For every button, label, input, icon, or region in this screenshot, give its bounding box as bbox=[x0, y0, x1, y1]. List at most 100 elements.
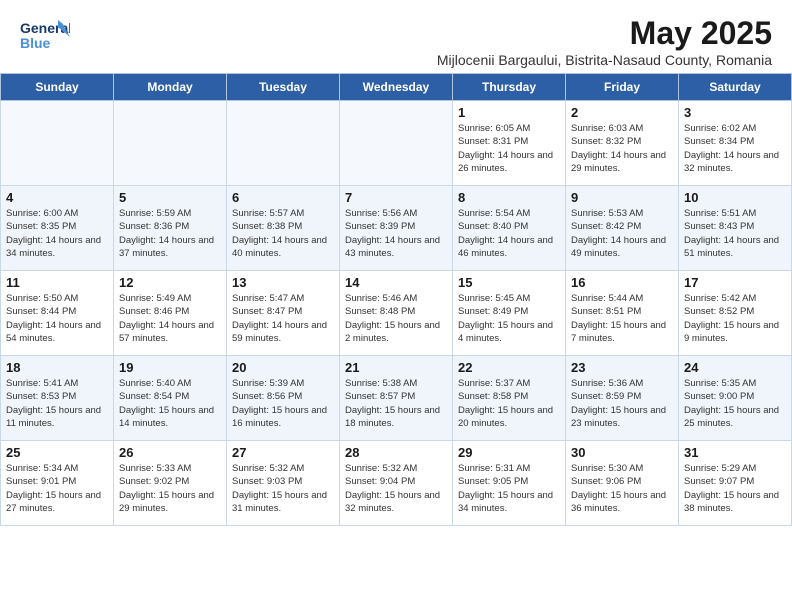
calendar-day-cell: 7 Sunrise: 5:56 AMSunset: 8:39 PMDaylight… bbox=[340, 186, 453, 271]
calendar-day-cell: 22 Sunrise: 5:37 AMSunset: 8:58 PMDayligh… bbox=[453, 356, 566, 441]
day-number: 31 bbox=[684, 445, 786, 460]
calendar-day-cell: 31 Sunrise: 5:29 AMSunset: 9:07 PMDayligh… bbox=[679, 441, 792, 526]
day-number: 21 bbox=[345, 360, 447, 375]
day-number: 26 bbox=[119, 445, 221, 460]
day-info: Sunrise: 5:29 AMSunset: 9:07 PMDaylight:… bbox=[684, 462, 786, 515]
calendar-day-cell: 10 Sunrise: 5:51 AMSunset: 8:43 PMDayligh… bbox=[679, 186, 792, 271]
day-number: 13 bbox=[232, 275, 334, 290]
weekday-header: Friday bbox=[566, 74, 679, 101]
calendar-day-cell: 14 Sunrise: 5:46 AMSunset: 8:48 PMDayligh… bbox=[340, 271, 453, 356]
day-info: Sunrise: 5:42 AMSunset: 8:52 PMDaylight:… bbox=[684, 292, 786, 345]
day-info: Sunrise: 5:33 AMSunset: 9:02 PMDaylight:… bbox=[119, 462, 221, 515]
day-number: 24 bbox=[684, 360, 786, 375]
day-info: Sunrise: 6:05 AMSunset: 8:31 PMDaylight:… bbox=[458, 122, 560, 175]
day-info: Sunrise: 5:44 AMSunset: 8:51 PMDaylight:… bbox=[571, 292, 673, 345]
calendar-day-cell: 1 Sunrise: 6:05 AMSunset: 8:31 PMDaylight… bbox=[453, 101, 566, 186]
calendar-day-cell: 18Sunrise: 5:41 AMSunset: 8:53 PMDayligh… bbox=[1, 356, 114, 441]
calendar-day-cell: 23 Sunrise: 5:36 AMSunset: 8:59 PMDayligh… bbox=[566, 356, 679, 441]
day-info: Sunrise: 5:32 AMSunset: 9:03 PMDaylight:… bbox=[232, 462, 334, 515]
calendar-week-row: 1 Sunrise: 6:05 AMSunset: 8:31 PMDaylight… bbox=[1, 101, 792, 186]
day-number: 20 bbox=[232, 360, 334, 375]
logo: General Blue bbox=[20, 15, 70, 55]
day-number: 19 bbox=[119, 360, 221, 375]
day-info: Sunrise: 5:40 AMSunset: 8:54 PMDaylight:… bbox=[119, 377, 221, 430]
day-number: 17 bbox=[684, 275, 786, 290]
day-number: 5 bbox=[119, 190, 221, 205]
day-info: Sunrise: 6:00 AMSunset: 8:35 PMDaylight:… bbox=[6, 207, 108, 260]
calendar-day-cell: 21 Sunrise: 5:38 AMSunset: 8:57 PMDayligh… bbox=[340, 356, 453, 441]
day-info: Sunrise: 5:56 AMSunset: 8:39 PMDaylight:… bbox=[345, 207, 447, 260]
calendar-day-cell: 20 Sunrise: 5:39 AMSunset: 8:56 PMDayligh… bbox=[227, 356, 340, 441]
weekday-header: Sunday bbox=[1, 74, 114, 101]
calendar-day-cell bbox=[227, 101, 340, 186]
day-info: Sunrise: 5:53 AMSunset: 8:42 PMDaylight:… bbox=[571, 207, 673, 260]
day-number: 12 bbox=[119, 275, 221, 290]
day-number: 16 bbox=[571, 275, 673, 290]
day-info: Sunrise: 5:50 AMSunset: 8:44 PMDaylight:… bbox=[6, 292, 108, 345]
day-info: Sunrise: 5:37 AMSunset: 8:58 PMDaylight:… bbox=[458, 377, 560, 430]
day-info: Sunrise: 5:32 AMSunset: 9:04 PMDaylight:… bbox=[345, 462, 447, 515]
day-number: 2 bbox=[571, 105, 673, 120]
day-info: Sunrise: 6:03 AMSunset: 8:32 PMDaylight:… bbox=[571, 122, 673, 175]
day-number: 29 bbox=[458, 445, 560, 460]
day-info: Sunrise: 5:35 AMSunset: 9:00 PMDaylight:… bbox=[684, 377, 786, 430]
day-info: Sunrise: 5:30 AMSunset: 9:06 PMDaylight:… bbox=[571, 462, 673, 515]
calendar-day-cell: 4 Sunrise: 6:00 AMSunset: 8:35 PMDaylight… bbox=[1, 186, 114, 271]
calendar-day-cell: 24 Sunrise: 5:35 AMSunset: 9:00 PMDayligh… bbox=[679, 356, 792, 441]
calendar-day-cell: 9 Sunrise: 5:53 AMSunset: 8:42 PMDaylight… bbox=[566, 186, 679, 271]
day-info: Sunrise: 5:46 AMSunset: 8:48 PMDaylight:… bbox=[345, 292, 447, 345]
day-number: 1 bbox=[458, 105, 560, 120]
calendar-day-cell: 30 Sunrise: 5:30 AMSunset: 9:06 PMDayligh… bbox=[566, 441, 679, 526]
calendar-day-cell: 26 Sunrise: 5:33 AMSunset: 9:02 PMDayligh… bbox=[114, 441, 227, 526]
day-info: Sunrise: 5:54 AMSunset: 8:40 PMDaylight:… bbox=[458, 207, 560, 260]
day-number: 9 bbox=[571, 190, 673, 205]
day-number: 11 bbox=[6, 275, 108, 290]
weekday-header: Thursday bbox=[453, 74, 566, 101]
calendar-day-cell: 29 Sunrise: 5:31 AMSunset: 9:05 PMDayligh… bbox=[453, 441, 566, 526]
day-number: 8 bbox=[458, 190, 560, 205]
day-info: Sunrise: 5:31 AMSunset: 9:05 PMDaylight:… bbox=[458, 462, 560, 515]
day-number: 25 bbox=[6, 445, 108, 460]
calendar-day-cell: 25 Sunrise: 5:34 AMSunset: 9:01 PMDayligh… bbox=[1, 441, 114, 526]
calendar-day-cell: 28 Sunrise: 5:32 AMSunset: 9:04 PMDayligh… bbox=[340, 441, 453, 526]
calendar-day-cell: 15Sunrise: 5:45 AMSunset: 8:49 PMDayligh… bbox=[453, 271, 566, 356]
calendar-table: SundayMondayTuesdayWednesdayThursdayFrid… bbox=[0, 73, 792, 526]
calendar-day-cell: 13Sunrise: 5:47 AMSunset: 8:47 PMDayligh… bbox=[227, 271, 340, 356]
calendar-day-cell bbox=[1, 101, 114, 186]
day-info: Sunrise: 5:59 AMSunset: 8:36 PMDaylight:… bbox=[119, 207, 221, 260]
month-title: May 2025 bbox=[437, 15, 772, 52]
calendar-day-cell: 11 Sunrise: 5:50 AMSunset: 8:44 PMDayligh… bbox=[1, 271, 114, 356]
weekday-header: Monday bbox=[114, 74, 227, 101]
day-number: 23 bbox=[571, 360, 673, 375]
day-info: Sunrise: 5:57 AMSunset: 8:38 PMDaylight:… bbox=[232, 207, 334, 260]
day-number: 4 bbox=[6, 190, 108, 205]
day-number: 14 bbox=[345, 275, 447, 290]
page-header: General Blue May 2025 Mijlocenii Bargaul… bbox=[0, 0, 792, 73]
weekday-header: Wednesday bbox=[340, 74, 453, 101]
day-number: 6 bbox=[232, 190, 334, 205]
calendar-day-cell: 27Sunrise: 5:32 AMSunset: 9:03 PMDayligh… bbox=[227, 441, 340, 526]
day-info: Sunrise: 6:02 AMSunset: 8:34 PMDaylight:… bbox=[684, 122, 786, 175]
calendar-week-row: 4 Sunrise: 6:00 AMSunset: 8:35 PMDaylight… bbox=[1, 186, 792, 271]
day-info: Sunrise: 5:51 AMSunset: 8:43 PMDaylight:… bbox=[684, 207, 786, 260]
day-number: 22 bbox=[458, 360, 560, 375]
calendar-day-cell: 17 Sunrise: 5:42 AMSunset: 8:52 PMDayligh… bbox=[679, 271, 792, 356]
weekday-header-row: SundayMondayTuesdayWednesdayThursdayFrid… bbox=[1, 74, 792, 101]
calendar-week-row: 18Sunrise: 5:41 AMSunset: 8:53 PMDayligh… bbox=[1, 356, 792, 441]
day-info: Sunrise: 5:38 AMSunset: 8:57 PMDaylight:… bbox=[345, 377, 447, 430]
day-number: 10 bbox=[684, 190, 786, 205]
day-number: 7 bbox=[345, 190, 447, 205]
day-number: 28 bbox=[345, 445, 447, 460]
day-info: Sunrise: 5:34 AMSunset: 9:01 PMDaylight:… bbox=[6, 462, 108, 515]
calendar-day-cell: 19 Sunrise: 5:40 AMSunset: 8:54 PMDayligh… bbox=[114, 356, 227, 441]
calendar-day-cell: 6 Sunrise: 5:57 AMSunset: 8:38 PMDaylight… bbox=[227, 186, 340, 271]
calendar-day-cell: 8 Sunrise: 5:54 AMSunset: 8:40 PMDaylight… bbox=[453, 186, 566, 271]
calendar-day-cell bbox=[340, 101, 453, 186]
day-number: 3 bbox=[684, 105, 786, 120]
day-info: Sunrise: 5:49 AMSunset: 8:46 PMDaylight:… bbox=[119, 292, 221, 345]
svg-text:Blue: Blue bbox=[20, 35, 51, 51]
day-number: 30 bbox=[571, 445, 673, 460]
day-info: Sunrise: 5:39 AMSunset: 8:56 PMDaylight:… bbox=[232, 377, 334, 430]
day-info: Sunrise: 5:36 AMSunset: 8:59 PMDaylight:… bbox=[571, 377, 673, 430]
calendar-day-cell: 5 Sunrise: 5:59 AMSunset: 8:36 PMDaylight… bbox=[114, 186, 227, 271]
